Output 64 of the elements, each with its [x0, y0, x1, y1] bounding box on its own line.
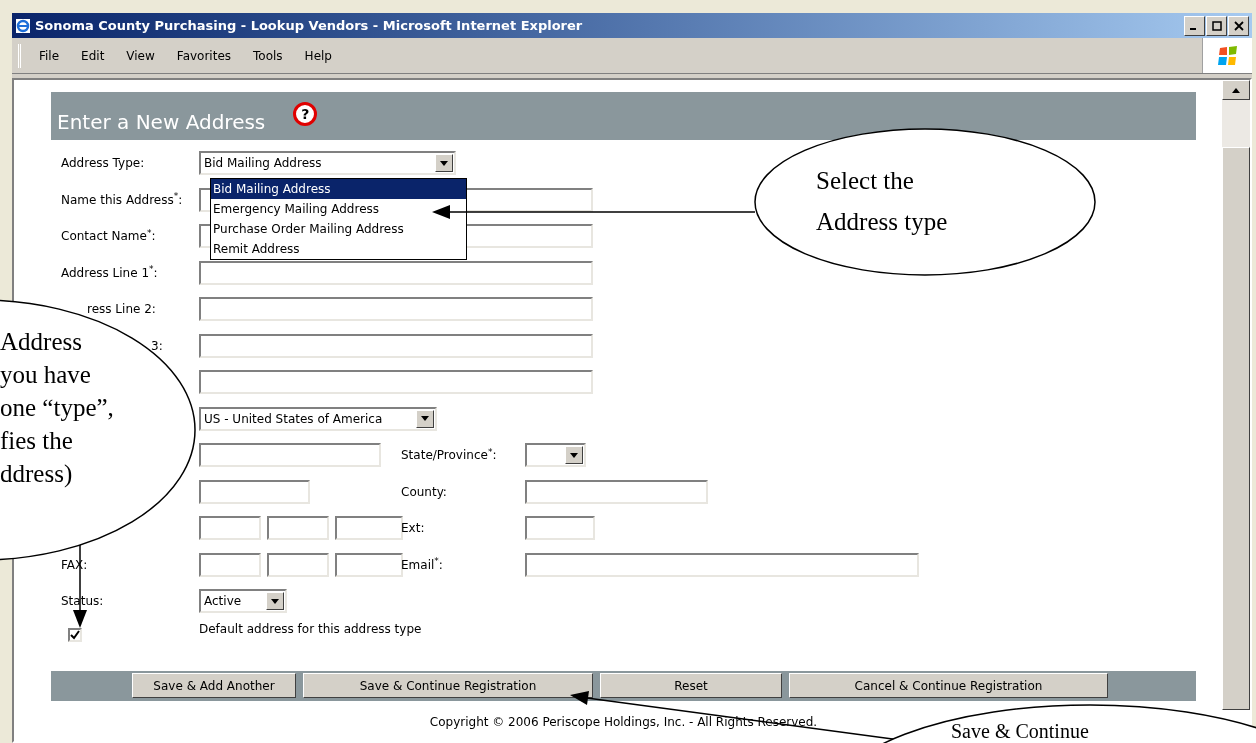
select-field[interactable]: US - United States of America — [199, 406, 437, 431]
minimize-button[interactable] — [1184, 15, 1205, 36]
field-label: Address Type: — [61, 156, 145, 171]
text-field[interactable] — [525, 552, 919, 577]
dropdown-option[interactable]: Purchase Order Mailing Address — [211, 219, 466, 239]
field-label: County: — [401, 484, 447, 499]
text-field[interactable] — [199, 443, 381, 468]
text-field[interactable] — [335, 516, 403, 541]
menu-item[interactable]: Tools — [253, 46, 283, 65]
field-label: Email$^{*}$: — [401, 557, 443, 572]
checkbox-label: Default address for this address type — [199, 620, 422, 638]
help-icon[interactable]: ? — [293, 102, 318, 126]
caret-icon — [266, 592, 284, 611]
browser-icon — [15, 17, 31, 34]
form-button[interactable]: Cancel & Continue Registration — [789, 673, 1108, 698]
text-field[interactable] — [199, 370, 593, 395]
text-field[interactable] — [267, 516, 329, 541]
field-label: Name this Address$^{*}$: — [61, 192, 183, 207]
field-label: Ext: — [401, 521, 425, 536]
caret-icon — [565, 446, 583, 465]
maximize-icon — [1211, 20, 1222, 31]
callout-text: Address you have one “type”, fies the ddress) — [0, 327, 114, 489]
text-field[interactable] — [199, 260, 593, 285]
text-field[interactable] — [335, 552, 403, 577]
dropdown-option[interactable]: Emergency Mailing Address — [211, 199, 466, 219]
callout-text: Select the Address type — [816, 166, 948, 237]
minimize-icon — [1190, 27, 1196, 30]
select-field[interactable]: Active — [199, 589, 287, 614]
form-button[interactable]: Save & Continue Registration — [303, 673, 593, 698]
text-field[interactable] — [199, 297, 593, 322]
field-label: Contact Name$^{*}$: — [61, 229, 156, 244]
menu-item[interactable]: View — [126, 46, 155, 65]
text-field[interactable] — [199, 516, 261, 541]
caret-icon — [435, 154, 453, 173]
text-field[interactable] — [525, 479, 708, 504]
section-title: Enter a New Address — [57, 112, 266, 132]
field-label: Address Line 1$^{*}$: — [61, 265, 158, 280]
maximize-button[interactable] — [1206, 15, 1227, 36]
text-field[interactable] — [525, 516, 595, 541]
text-field[interactable] — [267, 552, 329, 577]
callout-text: Save & Continue — [951, 720, 1089, 742]
caret-icon — [416, 409, 434, 428]
select-field[interactable] — [525, 443, 586, 468]
checkbox[interactable] — [68, 627, 82, 642]
close-icon — [1233, 20, 1244, 31]
text-field[interactable] — [199, 479, 310, 504]
window-title: Sonoma County Purchasing - Lookup Vendors - Microsoft Internet Explorer — [35, 16, 583, 35]
form-button[interactable]: Reset — [600, 673, 782, 698]
scroll-up-button[interactable] — [1222, 80, 1250, 100]
close-button[interactable] — [1228, 15, 1249, 36]
field-label: State/Province$^{*}$: — [401, 448, 497, 463]
text-field[interactable] — [199, 552, 261, 577]
up-arrow-icon — [1232, 87, 1240, 93]
menu-item[interactable]: Help — [304, 46, 332, 65]
dropdown-option[interactable]: Bid Mailing Address — [211, 179, 466, 199]
select-field[interactable]: Bid Mailing Address — [199, 151, 456, 176]
menu-item[interactable]: Edit — [81, 46, 105, 65]
text-field[interactable] — [199, 333, 593, 358]
menu-item[interactable]: Favorites — [176, 46, 232, 65]
field-label: ress Line 2: — [86, 302, 156, 317]
menu-item[interactable]: File — [39, 46, 60, 65]
dropdown-option[interactable]: Remit Address — [211, 239, 466, 259]
form-button[interactable]: Save & Add Another — [132, 673, 296, 698]
windows-logo-icon — [1216, 44, 1239, 67]
